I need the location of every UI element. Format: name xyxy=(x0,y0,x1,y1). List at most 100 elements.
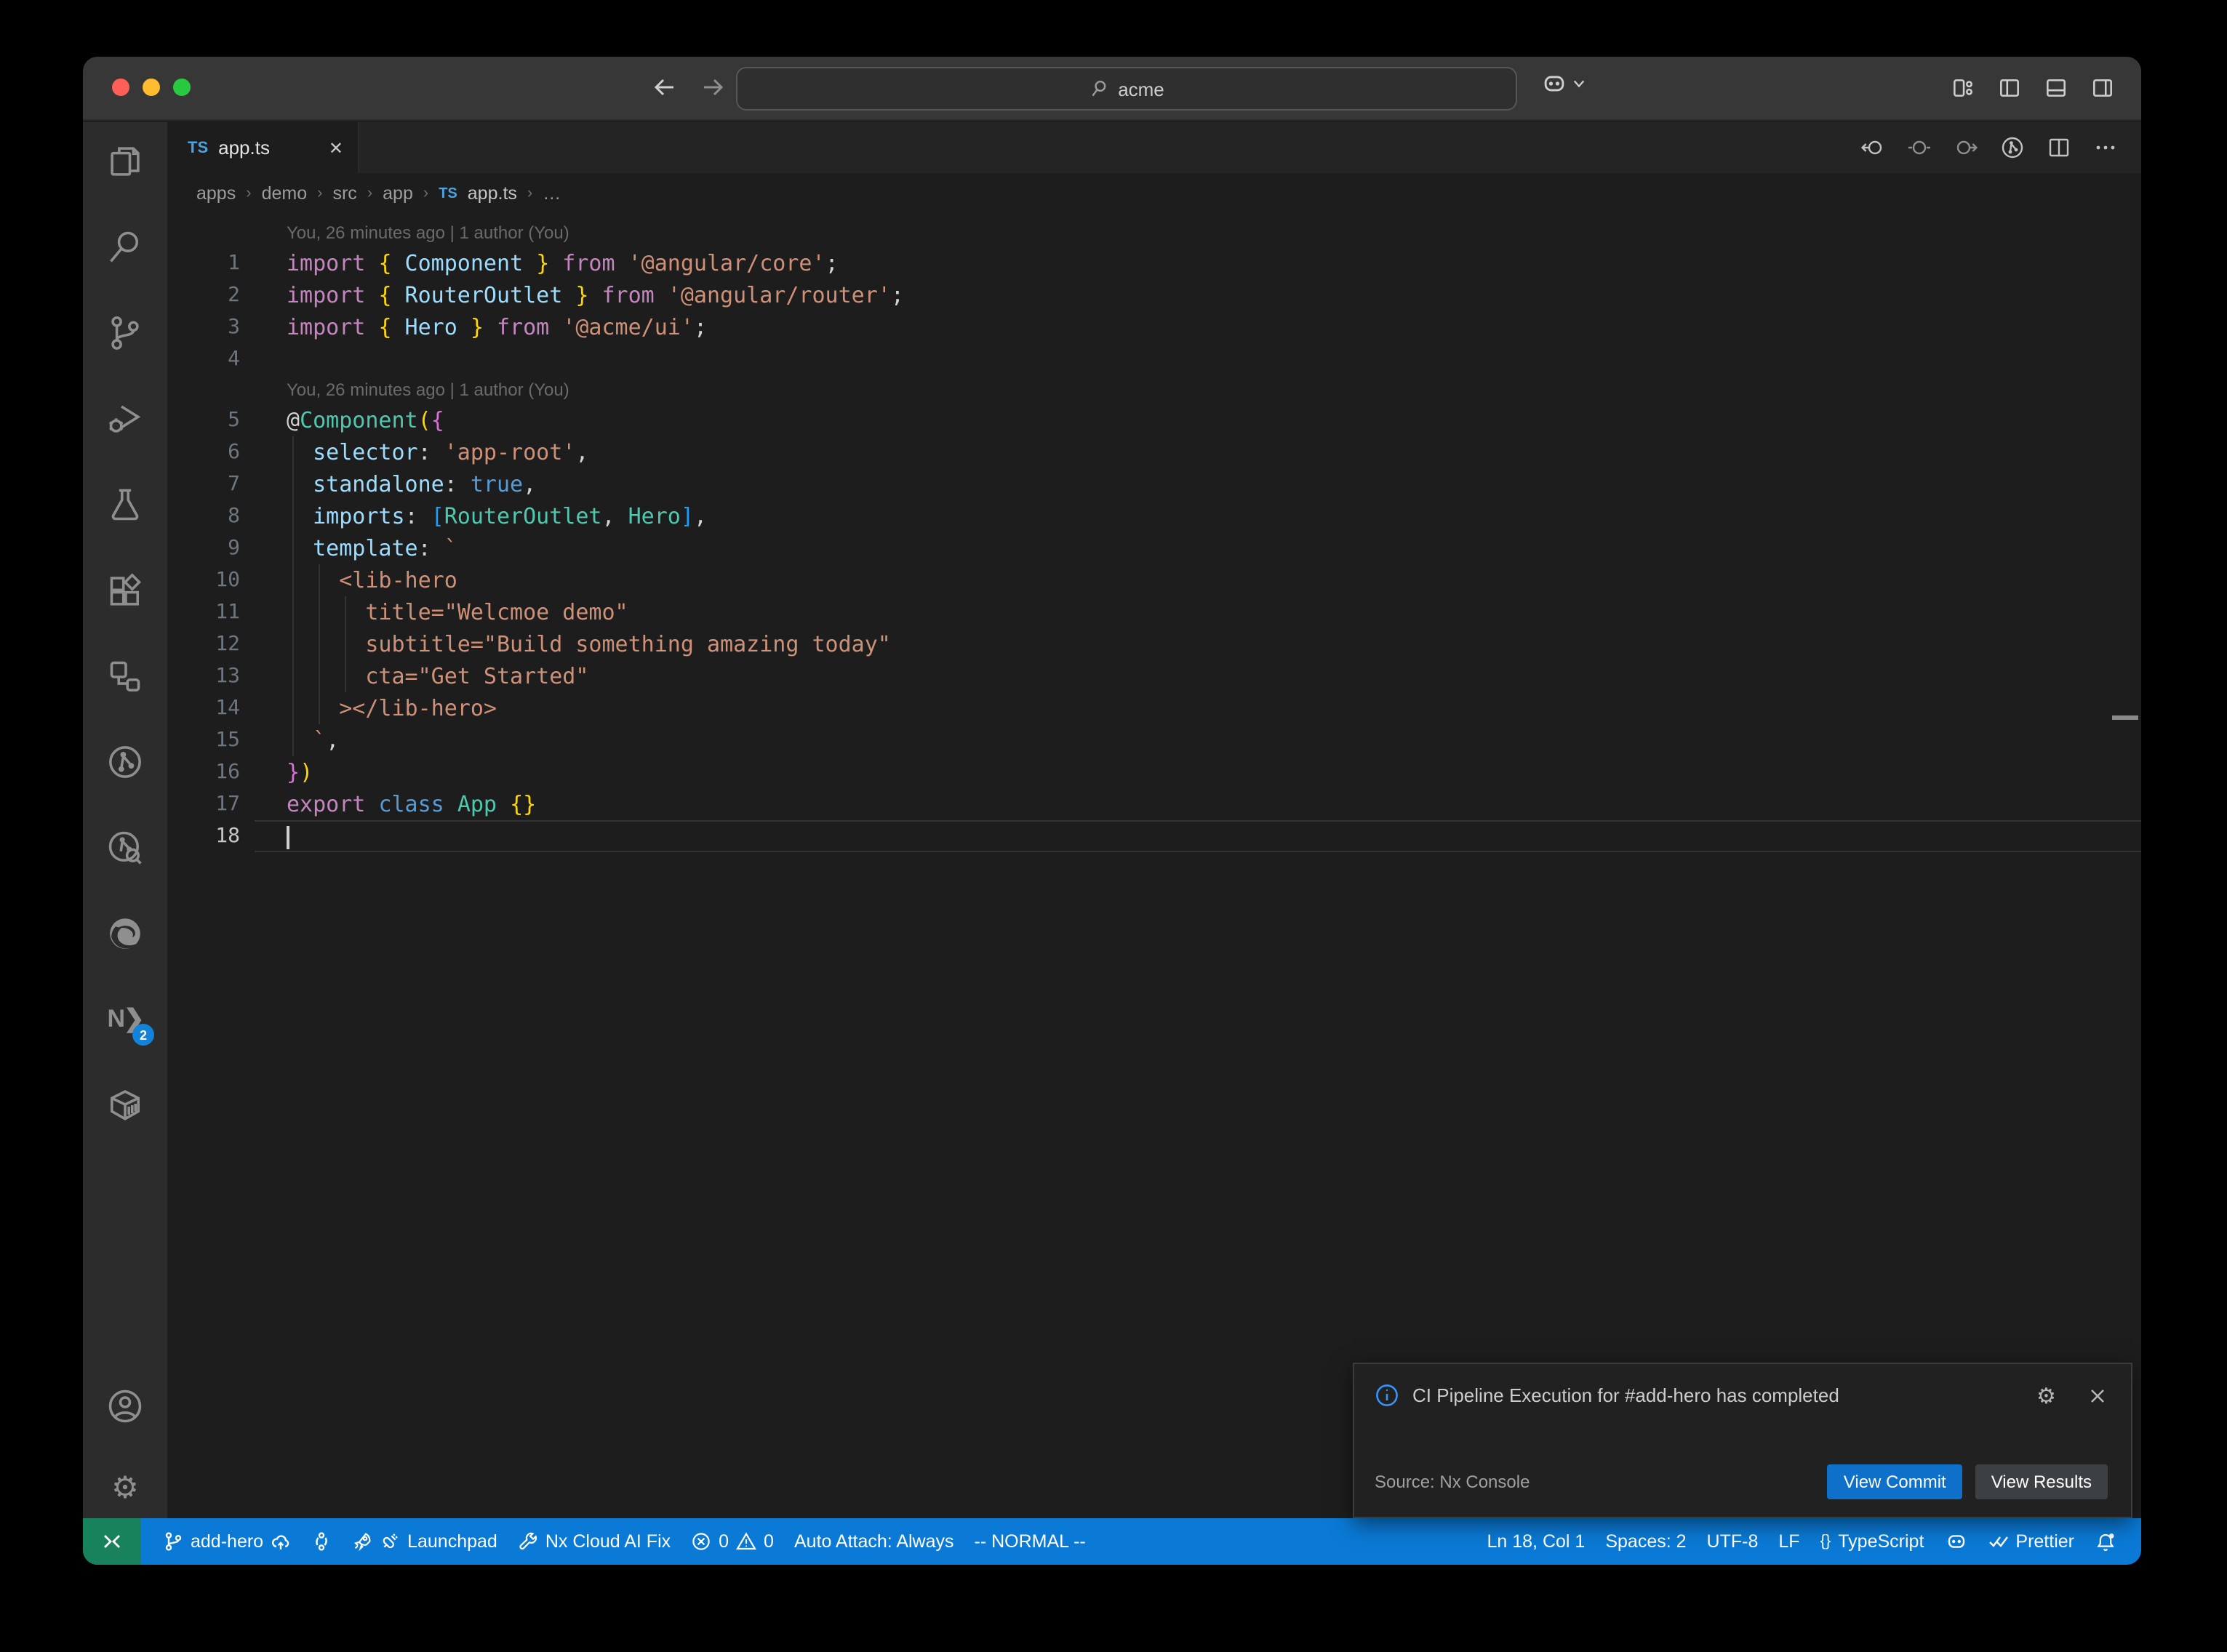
code-line[interactable]: 5@Component({ xyxy=(167,404,2141,436)
account-icon[interactable] xyxy=(106,1387,144,1425)
encoding-status[interactable]: UTF-8 xyxy=(1697,1518,1769,1565)
notification-settings-gear-icon[interactable]: ⚙ xyxy=(2036,1384,2060,1407)
chevron-down-icon xyxy=(1572,77,1586,90)
customize-layout-icon[interactable] xyxy=(1951,76,1975,100)
indent-guide xyxy=(345,628,346,660)
close-window-button[interactable] xyxy=(112,79,129,96)
copilot-menu[interactable] xyxy=(1540,70,1586,97)
explorer-icon[interactable] xyxy=(106,143,144,180)
nav-forward-icon[interactable] xyxy=(1954,135,1978,160)
breadcrumb-item[interactable]: apps xyxy=(196,183,236,204)
line-number: 9 xyxy=(167,532,240,564)
language-mode-status[interactable]: {} TypeScript xyxy=(1810,1518,1935,1565)
indent-guide xyxy=(319,596,320,628)
nav-forward-arrow-icon[interactable] xyxy=(698,73,727,102)
vim-mode-status[interactable]: -- NORMAL -- xyxy=(964,1518,1096,1565)
code-line[interactable]: 4 xyxy=(167,343,2141,375)
info-icon xyxy=(1375,1383,1399,1408)
breadcrumb-item[interactable]: demo xyxy=(262,183,308,204)
launchpad-status[interactable]: Launchpad xyxy=(342,1518,508,1565)
code-line[interactable]: 6 selector: 'app-root', xyxy=(167,436,2141,468)
problems-status[interactable]: 0 0 xyxy=(681,1518,784,1565)
indentation-status[interactable]: Spaces: 2 xyxy=(1595,1518,1696,1565)
run-debug-icon[interactable] xyxy=(106,400,144,438)
copilot-status[interactable] xyxy=(1934,1518,1978,1565)
breadcrumb-item[interactable]: src xyxy=(332,183,356,204)
view-results-button[interactable]: View Results xyxy=(1975,1464,2108,1499)
command-center-search[interactable]: acme xyxy=(736,67,1517,111)
git-branch-icon xyxy=(163,1531,183,1552)
toggle-panel-icon[interactable] xyxy=(2044,76,2068,100)
indent-guide xyxy=(292,628,294,660)
code-editor[interactable]: You, 26 minutes ago | 1 author (You)1imp… xyxy=(167,214,2141,1518)
extensions-icon[interactable] xyxy=(106,572,144,609)
editor-group: TS app.ts ✕ xyxy=(167,122,2141,1518)
indent-guide xyxy=(292,660,294,692)
testing-icon[interactable] xyxy=(106,486,144,524)
auto-attach-status[interactable]: Auto Attach: Always xyxy=(784,1518,964,1565)
nav-back-icon[interactable] xyxy=(1860,135,1885,160)
code-line[interactable]: 17export class App {} xyxy=(167,788,2141,820)
toggle-secondary-sidebar-icon[interactable] xyxy=(2090,76,2115,100)
code-line[interactable]: 10 <lib-hero xyxy=(167,564,2141,596)
text-cursor xyxy=(287,826,289,849)
code-line[interactable]: 11 title="Welcmoe demo" xyxy=(167,596,2141,628)
formatter-status[interactable]: Prettier xyxy=(1978,1518,2084,1565)
code-line[interactable]: 8 imports: [RouterOutlet, Hero], xyxy=(167,500,2141,532)
eol-status[interactable]: LF xyxy=(1768,1518,1810,1565)
code-lines: You, 26 minutes ago | 1 author (You)1imp… xyxy=(167,218,2141,852)
view-commit-button[interactable]: View Commit xyxy=(1828,1464,1962,1499)
indent-guide xyxy=(292,692,294,724)
zoom-window-button[interactable] xyxy=(173,79,191,96)
notifications-bell[interactable] xyxy=(2084,1518,2127,1565)
compare-changes-status[interactable] xyxy=(301,1518,342,1565)
split-editor-icon[interactable] xyxy=(2047,135,2071,160)
nav-position-icon[interactable] xyxy=(1907,135,1932,160)
code-line[interactable]: 18 xyxy=(167,820,2141,852)
containers-icon[interactable] xyxy=(106,1086,144,1124)
notification-close-icon[interactable] xyxy=(2087,1385,2108,1406)
breadcrumb-file[interactable]: app.ts xyxy=(468,183,517,204)
breadcrumb-overflow[interactable]: … xyxy=(543,183,561,204)
nav-back-arrow-icon[interactable] xyxy=(650,73,679,102)
tab-close-icon[interactable]: ✕ xyxy=(329,137,343,158)
search-icon[interactable] xyxy=(106,228,144,266)
remote-indicator[interactable] xyxy=(83,1518,141,1565)
code-line[interactable]: 13 cta="Get Started" xyxy=(167,660,2141,692)
gitlens-inspect-icon[interactable] xyxy=(106,829,144,867)
line-number: 8 xyxy=(167,500,240,532)
edge-tools-icon[interactable] xyxy=(106,915,144,953)
breadcrumb: apps› demo› src› app› TS app.ts› … xyxy=(167,173,2141,214)
code-line[interactable]: 12 subtitle="Build something amazing tod… xyxy=(167,628,2141,660)
toggle-primary-sidebar-icon[interactable] xyxy=(1997,76,2022,100)
gitlens-icon[interactable] xyxy=(106,743,144,781)
more-actions-icon[interactable] xyxy=(2093,135,2118,160)
code-line[interactable]: 1import { Component } from '@angular/cor… xyxy=(167,247,2141,279)
tab-app-ts[interactable]: TS app.ts ✕ xyxy=(167,122,359,173)
notification-toast: CI Pipeline Execution for #add-hero has … xyxy=(1353,1363,2132,1518)
nx-console-icon[interactable]: N❯ 2 xyxy=(106,1001,144,1038)
code-line[interactable]: 9 template: ` xyxy=(167,532,2141,564)
typescript-file-icon: TS xyxy=(188,139,208,156)
code-line[interactable]: 14 ></lib-hero> xyxy=(167,692,2141,724)
git-branch-status[interactable]: add-hero xyxy=(153,1518,301,1565)
wrench-icon xyxy=(518,1531,538,1552)
minimize-window-button[interactable] xyxy=(143,79,160,96)
source-control-icon[interactable] xyxy=(106,314,144,352)
line-number: 3 xyxy=(167,311,240,343)
notification-source: Source: Nx Console xyxy=(1375,1472,1815,1492)
project-structure-icon[interactable] xyxy=(106,657,144,695)
settings-gear-icon[interactable]: ⚙ xyxy=(106,1469,144,1507)
commit-graph-icon[interactable] xyxy=(2000,135,2025,160)
compare-changes-icon xyxy=(311,1531,332,1552)
code-line[interactable]: 16}) xyxy=(167,756,2141,788)
code-line[interactable]: 2import { RouterOutlet } from '@angular/… xyxy=(167,279,2141,311)
breadcrumb-item[interactable]: app xyxy=(383,183,413,204)
code-line[interactable]: 15 `, xyxy=(167,724,2141,756)
notification-title: CI Pipeline Execution for #add-hero has … xyxy=(1412,1384,2023,1406)
nx-cloud-fix-status[interactable]: Nx Cloud AI Fix xyxy=(508,1518,681,1565)
indent-guide xyxy=(319,660,320,692)
code-line[interactable]: 3import { Hero } from '@acme/ui'; xyxy=(167,311,2141,343)
code-line[interactable]: 7 standalone: true, xyxy=(167,468,2141,500)
cursor-position-status[interactable]: Ln 18, Col 1 xyxy=(1477,1518,1596,1565)
